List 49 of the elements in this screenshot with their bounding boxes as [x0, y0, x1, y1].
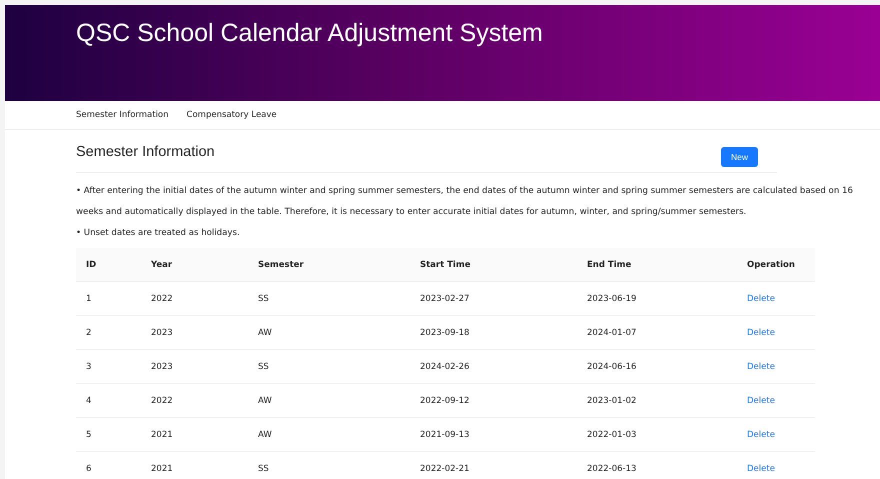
delete-link[interactable]: Delete — [747, 464, 775, 474]
column-header: Year — [151, 260, 172, 270]
delete-link[interactable]: Delete — [747, 362, 775, 372]
table-cell: 2023 — [151, 328, 173, 338]
delete-link[interactable]: Delete — [747, 396, 775, 406]
table-cell: 3 — [86, 362, 92, 372]
table-cell: 2022-01-03 — [587, 430, 636, 440]
table-cell: 2023-01-02 — [587, 396, 636, 406]
table-cell: 2022 — [151, 396, 173, 406]
table-cell: AW — [258, 328, 272, 338]
table-cell: 2023 — [151, 362, 173, 372]
table-cell: 2022-06-13 — [587, 464, 636, 474]
column-header: Semester — [258, 260, 304, 270]
table-cell: SS — [258, 294, 269, 304]
column-header: End Time — [587, 260, 632, 270]
table-cell: SS — [258, 362, 269, 372]
table-cell: 2024-06-16 — [587, 362, 636, 372]
table-cell: 2024-02-26 — [420, 362, 470, 372]
table-cell: 2021 — [151, 430, 173, 440]
table-cell: 2022-09-12 — [420, 396, 470, 406]
table-cell: 2023-06-19 — [587, 294, 636, 304]
column-header: ID — [86, 260, 96, 270]
table-cell: 1 — [86, 294, 92, 304]
table-cell: 2022-02-21 — [420, 464, 470, 474]
section-title: Semester Information — [76, 144, 215, 160]
column-header: Start Time — [420, 260, 470, 270]
table-cell: SS — [258, 464, 269, 474]
note-text: • Unset dates are treated as holidays. — [76, 227, 241, 240]
table-cell: 2023-09-18 — [420, 328, 470, 338]
table-cell: 4 — [86, 396, 92, 406]
table-cell: 6 — [86, 464, 92, 474]
column-header: Operation — [747, 260, 795, 270]
table-cell: 2023-02-27 — [420, 294, 470, 304]
table-cell: 5 — [86, 430, 92, 440]
app-title: QSC School Calendar Adjustment System — [76, 19, 544, 48]
delete-link[interactable]: Delete — [747, 294, 775, 304]
table-cell: 2021 — [151, 464, 173, 474]
new-button[interactable]: New — [720, 147, 758, 167]
table-cell: 2024-01-07 — [587, 328, 636, 338]
table-cell: 2 — [86, 328, 92, 338]
delete-link[interactable]: Delete — [747, 328, 775, 338]
table-cell: AW — [258, 430, 272, 440]
delete-link[interactable]: Delete — [747, 430, 775, 440]
table-cell: AW — [258, 396, 272, 406]
note-text: • After entering the initial dates of the autumn winter and spring summer semesters, the end dates of the autumn winter and spring summer semesters are calculated based on 16 weeks and automatically displayed in the table. Therefore, it is necessary to enter accurate initial dates for autumn, winter, and spring/summer semesters. — [76, 185, 854, 219]
table-cell: 2022 — [151, 294, 173, 304]
table-cell: 2021-09-13 — [420, 430, 470, 440]
nav-link[interactable]: Compensatory Leave — [186, 110, 277, 120]
nav-link[interactable]: Semester Information — [76, 110, 169, 120]
